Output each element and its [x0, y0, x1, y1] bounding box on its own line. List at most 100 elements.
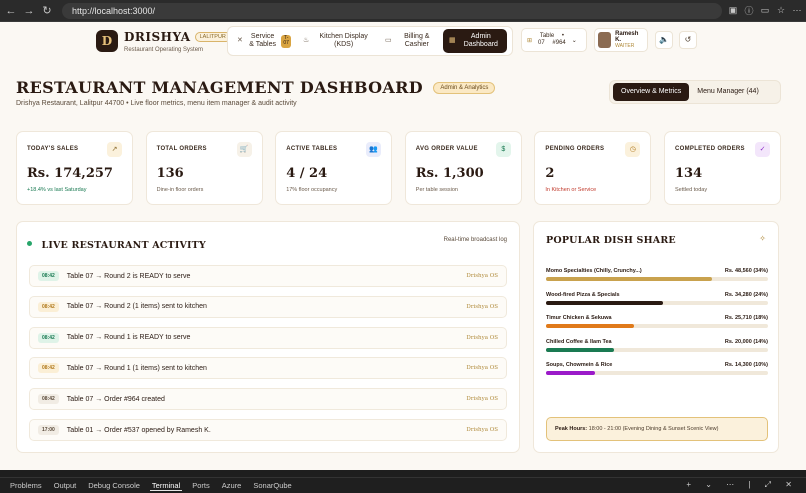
dish-name: Soups, Chowmein & Rice — [546, 362, 613, 369]
panel-tools[interactable]: + ⌄ ⋯ | ⤢ ✕ — [686, 480, 798, 490]
stat-card: PENDING ORDERS ◷ 2 In Kitchen or Service — [534, 131, 652, 205]
dish-share-panel: POPULAR DISH SHARE ✧ Momo Specialties (C… — [533, 221, 779, 453]
activity-text: Table 07 → Round 1 is READY to serve — [66, 334, 191, 342]
nav-billing[interactable]: ▭ Billing & Cashier — [379, 29, 443, 53]
panel-tab-sonarqube[interactable]: SonarQube — [251, 481, 293, 491]
stat-card: ACTIVE TABLES 👥 4 / 24 17% floor occupan… — [275, 131, 393, 205]
panel-tab-output[interactable]: Output — [52, 481, 79, 491]
cart-icon: 🛒 — [236, 142, 252, 157]
forward-icon[interactable]: → — [22, 5, 36, 17]
panel-tab-azure[interactable]: Azure — [220, 481, 244, 491]
user-name: Ramesh K. — [615, 30, 639, 44]
dish-share-fill — [546, 300, 664, 305]
avatar — [598, 32, 612, 48]
peak-label: Peak Hours: — [555, 426, 588, 432]
app-root: D DRISHYA LALITPUR Restaurant Operating S… — [0, 22, 806, 470]
stat-value: Rs. 1,300 — [415, 166, 484, 181]
dish-share-bar — [546, 277, 768, 281]
address-bar[interactable]: http://localhost:3000/ — [62, 2, 722, 19]
clock-icon: ◷ — [625, 142, 641, 157]
billing-icon: ▭ — [385, 36, 392, 44]
page-header: RESTAURANT MANAGEMENT DASHBOARD Admin & … — [16, 78, 496, 107]
nav-service-tables[interactable]: ✕ Service & Tables T-07 — [231, 29, 297, 53]
activity-source: Drishya OS — [466, 303, 498, 310]
activity-row: 08:42 Table 07 → Order #964 created Dris… — [29, 388, 507, 411]
table-number: 07 — [538, 40, 545, 46]
nav-kds-label: Kitchen Display (KDS) — [319, 32, 368, 48]
dish-share-fill — [546, 324, 634, 329]
reload-icon[interactable]: ↻ — [40, 4, 54, 17]
activity-panel: LIVE RESTAURANT ACTIVITY Real-time broad… — [16, 221, 520, 453]
tab-overview[interactable]: Overview & Metrics — [613, 83, 690, 101]
dashboard-icon: ▦ — [449, 36, 456, 44]
dish-name: Timur Chicken & Sekuwa — [546, 315, 612, 322]
browser-toolbar: ← → ↻ http://localhost:3000/ ▣ ⓘ ▭ ☆ ⋯ — [0, 0, 806, 22]
info-icon[interactable]: ⓘ — [744, 4, 754, 17]
stat-note: In Kitchen or Service — [545, 187, 597, 193]
activity-time: 08:42 — [38, 271, 59, 281]
dish-amount: Rs. 14,300 (10%) — [724, 362, 768, 369]
dish-name: Wood-fired Pizza & Specials — [546, 291, 620, 298]
table-icon: ⊞ — [527, 37, 533, 44]
dish-amount: Rs. 34,280 (24%) — [724, 291, 768, 298]
table-badge: T-07 — [281, 34, 291, 48]
activity-source: Drishya OS — [466, 427, 498, 433]
panel-tab-ports[interactable]: Ports — [190, 481, 212, 491]
dish-name: Chilled Coffee & Ilam Tea — [546, 338, 612, 345]
menu-icon[interactable]: ⋯ — [792, 5, 802, 16]
tables-icon: ✕ — [237, 36, 243, 44]
nav-admin-label: Admin Dashboard — [463, 32, 498, 48]
activity-title: LIVE RESTAURANT ACTIVITY — [41, 240, 206, 251]
dish-amount: Rs. 25,710 (18%) — [724, 315, 768, 322]
dollar-icon: $ — [495, 142, 511, 157]
panel-tab-terminal[interactable]: Terminal — [149, 481, 183, 491]
nav-billing-label: Billing & Cashier — [404, 32, 430, 48]
panel-tab-problems[interactable]: Problems — [8, 481, 44, 491]
page-subtitle: Drishya Restaurant, Lalitpur 44700 • Liv… — [16, 100, 297, 107]
table-selector[interactable]: ⊞ Table • 07 #964 ⌄ — [521, 28, 587, 52]
activity-row: 08:42 Table 07 → Round 1 (1 items) sent … — [29, 357, 507, 380]
brand-logo: D — [96, 29, 118, 52]
activity-time: 08:42 — [38, 363, 59, 374]
stat-label: COMPLETED ORDERS — [675, 146, 745, 152]
brand[interactable]: D DRISHYA LALITPUR Restaurant Operating S… — [96, 28, 231, 53]
page-badge: Admin & Analytics — [433, 81, 496, 94]
activity-source: Drishya OS — [466, 396, 498, 403]
panel-tab-debug-console[interactable]: Debug Console — [86, 481, 142, 491]
sound-icon[interactable]: 🔈 — [655, 31, 673, 49]
dish-share-row: Soups, Chowmein & Rice Rs. 14,300 (10%) — [546, 362, 768, 376]
dish-share-bar — [546, 324, 768, 329]
stat-note: 17% floor occupancy — [286, 187, 338, 193]
dish-share-row: Momo Specialties (Chilly, Crunchy...) Rs… — [546, 268, 768, 281]
user-role: WAITER — [615, 42, 635, 49]
user-profile[interactable]: Ramesh K. WAITER — [594, 28, 648, 52]
dish-share-row: Chilled Coffee & Ilam Tea Rs. 20,000 (14… — [546, 339, 768, 352]
extension-icon[interactable]: ▣ — [728, 5, 738, 16]
refresh-icon[interactable]: ↺ — [679, 31, 697, 49]
dish-share-row: Wood-fired Pizza & Specials Rs. 34,280 (… — [546, 292, 768, 305]
activity-source: Drishya OS — [466, 334, 498, 341]
activity-row: 17:00 Table 01 → Order #537 opened by Ra… — [29, 419, 507, 441]
stat-card: AVG ORDER VALUE $ Rs. 1,300 Per table se… — [404, 131, 522, 205]
activity-header: LIVE RESTAURANT ACTIVITY — [27, 235, 206, 253]
location-badge: LALITPUR — [194, 31, 231, 42]
sparkle-icon: ✧ — [759, 234, 766, 243]
stat-card: COMPLETED ORDERS ✓ 134 Settled today — [664, 131, 781, 205]
back-icon[interactable]: ← — [4, 5, 18, 17]
activity-row: 08:42 Table 07 → Round 2 is READY to ser… — [29, 265, 507, 287]
cast-icon[interactable]: ▭ — [760, 5, 770, 16]
stat-note: Per table session — [415, 187, 458, 193]
separator: • — [561, 32, 564, 39]
nav-kds[interactable]: ♨ Kitchen Display (KDS) — [297, 29, 379, 53]
stat-card: TOTAL ORDERS 🛒 136 Dine-in floor orders — [145, 131, 263, 205]
dish-share-bar — [546, 371, 768, 376]
nav-admin[interactable]: ▦ Admin Dashboard — [443, 29, 507, 53]
stat-label: TOTAL ORDERS — [156, 146, 207, 152]
nav-service-label: Service & Tables — [249, 32, 276, 48]
activity-time: 08:42 — [38, 301, 59, 312]
activity-text: Table 07 → Round 1 (1 items) sent to kit… — [66, 364, 207, 372]
bookmark-icon[interactable]: ☆ — [776, 5, 786, 16]
activity-source: Drishya OS — [466, 365, 498, 372]
activity-text: Table 07 → Round 2 is READY to serve — [66, 272, 191, 280]
tab-menu-manager[interactable]: Menu Manager (44) — [689, 83, 766, 101]
